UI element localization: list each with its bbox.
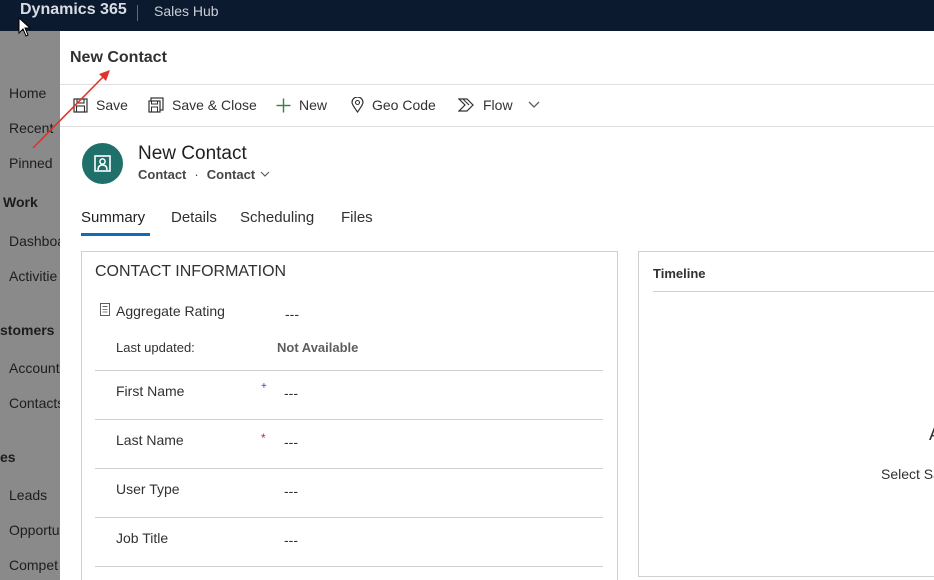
tab-summary[interactable]: Summary [81,209,145,226]
last-updated-value: Not Available [277,340,359,355]
geo-code-button[interactable]: Geo Code [351,93,436,117]
geo-code-label: Geo Code [372,97,436,113]
divider [95,370,603,371]
sitemap-item-recent[interactable]: Recent [9,120,53,136]
save-and-close-button[interactable]: Save & Close [148,93,257,117]
last-name-label: Last Name [116,432,184,448]
flow-icon [458,98,474,112]
timeline-empty-heading: A [929,424,934,445]
new-contact-dialog: New Contact Save Save & Close New Geo Co… [60,31,934,580]
record-title: New Contact [138,143,247,164]
contact-icon [94,155,111,172]
divider [60,84,934,85]
map-pin-icon [351,97,364,113]
sitemap-item-pinned[interactable]: Pinned [9,155,53,171]
divider [653,291,934,292]
save-close-icon [148,97,164,113]
sitemap-group-sales: es [0,449,16,465]
job-title-label: Job Title [116,530,169,546]
sitemap-item-accounts[interactable]: Account [9,360,60,376]
tab-details[interactable]: Details [171,209,217,226]
timeline-panel: Timeline A Select Sa [638,251,934,577]
divider [95,468,603,469]
sitemap-item-competitors[interactable]: Compet [9,557,58,573]
sitemap-item-dashboards[interactable]: Dashboa [9,233,60,249]
record-entity: Contact [138,167,187,182]
tab-scheduling[interactable]: Scheduling [240,209,314,226]
save-icon [73,97,88,113]
aggregate-rating-value: --- [285,306,299,322]
calculator-icon [100,303,110,316]
contact-avatar [82,143,123,184]
plus-icon [276,98,291,112]
sitemap-item-home[interactable]: Home [9,85,46,101]
timeline-empty-message: Select Sa [881,466,934,482]
divider [95,566,603,567]
job-title-field[interactable]: --- [284,532,298,548]
contact-information-section: CONTACT INFORMATION Aggregate Rating ---… [81,251,618,580]
separator-dot: · [194,167,199,182]
flow-label: Flow [483,97,513,113]
business-recommended-marker: + [261,381,267,392]
nav-divider [137,5,138,21]
last-name-field[interactable]: --- [284,434,298,450]
sitemap-item-activities[interactable]: Activitie [9,268,57,284]
dialog-title: New Contact [70,49,167,66]
sitemap-panel: Home Recent Pinned Work Dashboa Activiti… [0,31,60,580]
user-type-label: User Type [116,481,180,497]
top-nav-bar: Dynamics 365 Sales Hub [0,0,934,31]
sitemap-item-opportunities[interactable]: Opportu [9,522,60,538]
save-close-label: Save & Close [172,97,257,113]
divider [95,517,603,518]
first-name-label: First Name [116,383,185,399]
record-subtitle: Contact · Contact [138,167,270,182]
sitemap-item-contacts[interactable]: Contacts [9,395,60,411]
save-label: Save [96,97,128,113]
divider [60,126,934,127]
tab-files[interactable]: Files [341,209,373,226]
active-tab-indicator [81,233,150,236]
sitemap-group-customers: stomers [0,322,55,338]
app-name[interactable]: Sales Hub [154,3,219,19]
form-selector[interactable]: Contact [207,167,255,182]
last-updated-label: Last updated: [116,340,195,355]
flow-button[interactable]: Flow [458,93,548,117]
divider [95,419,603,420]
timeline-title: Timeline [653,266,706,281]
new-label: New [299,97,328,113]
save-button[interactable]: Save [73,93,128,117]
new-button[interactable]: New [276,93,327,117]
section-title: CONTACT INFORMATION [95,263,287,280]
sitemap-item-leads[interactable]: Leads [9,487,47,503]
sitemap-group-work: Work [3,194,38,210]
chevron-down-icon[interactable] [528,101,540,109]
user-type-field[interactable]: --- [284,483,298,499]
first-name-field[interactable]: --- [284,385,298,401]
required-marker: * [261,431,266,445]
aggregate-rating-label: Aggregate Rating [116,303,225,319]
app-brand[interactable]: Dynamics 365 [20,1,127,19]
chevron-down-icon[interactable] [260,171,270,178]
